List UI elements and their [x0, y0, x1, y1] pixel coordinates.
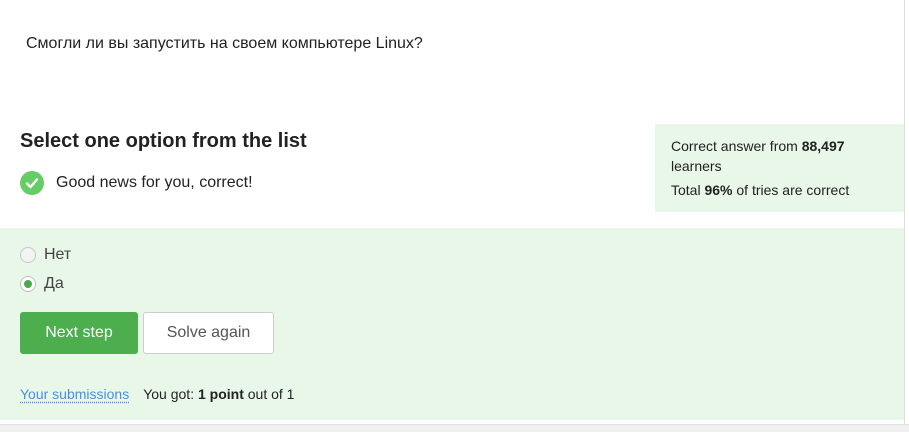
stats-panel: Correct answer from 88,497 learners Tota… — [655, 124, 905, 212]
score-prefix: You got: — [143, 386, 198, 402]
option-net[interactable]: Нет — [20, 246, 71, 264]
next-step-button[interactable]: Next step — [20, 312, 138, 354]
check-circle-icon — [20, 171, 44, 195]
stats-learners: Correct answer from 88,497 learners — [671, 136, 889, 176]
score-text: You got: 1 point out of 1 — [143, 386, 294, 402]
score-value: 1 point — [197, 386, 244, 402]
content-right-border — [904, 0, 905, 432]
bottom-divider — [0, 424, 909, 432]
feedback-text: Good news for you, correct! — [56, 174, 253, 191]
quiz-step-page: Смогли ли вы запустить на своем компьюте… — [0, 0, 909, 432]
submission-footer: Your submissions You got: 1 point out of… — [20, 386, 294, 402]
score-suffix: out of 1 — [243, 386, 295, 402]
question-text: Смогли ли вы запустить на своем компьюте… — [26, 35, 423, 52]
solve-again-button[interactable]: Solve again — [143, 312, 274, 354]
stats-percent: Total 96% of tries are correct — [671, 180, 889, 200]
stats-total-prefix: Total — [671, 182, 705, 198]
stats-percent-suffix: of tries are correct — [732, 182, 850, 198]
stats-percent-value: 96% — [704, 182, 733, 198]
option-da[interactable]: Да — [20, 275, 64, 293]
stats-learners-count: 88,497 — [801, 138, 845, 154]
stats-correct-prefix: Correct answer from — [671, 138, 802, 154]
task-title: Select one option from the list — [20, 130, 307, 152]
radio-checked[interactable] — [20, 276, 36, 292]
stats-learners-suffix: learners — [671, 158, 722, 174]
feedback-message: Good news for you, correct! — [20, 171, 253, 195]
option-label: Нет — [44, 246, 72, 263]
radio-dot-icon — [24, 280, 32, 288]
option-label: Да — [44, 275, 64, 292]
your-submissions-link[interactable]: Your submissions — [20, 386, 129, 402]
radio-unchecked[interactable] — [20, 247, 36, 263]
